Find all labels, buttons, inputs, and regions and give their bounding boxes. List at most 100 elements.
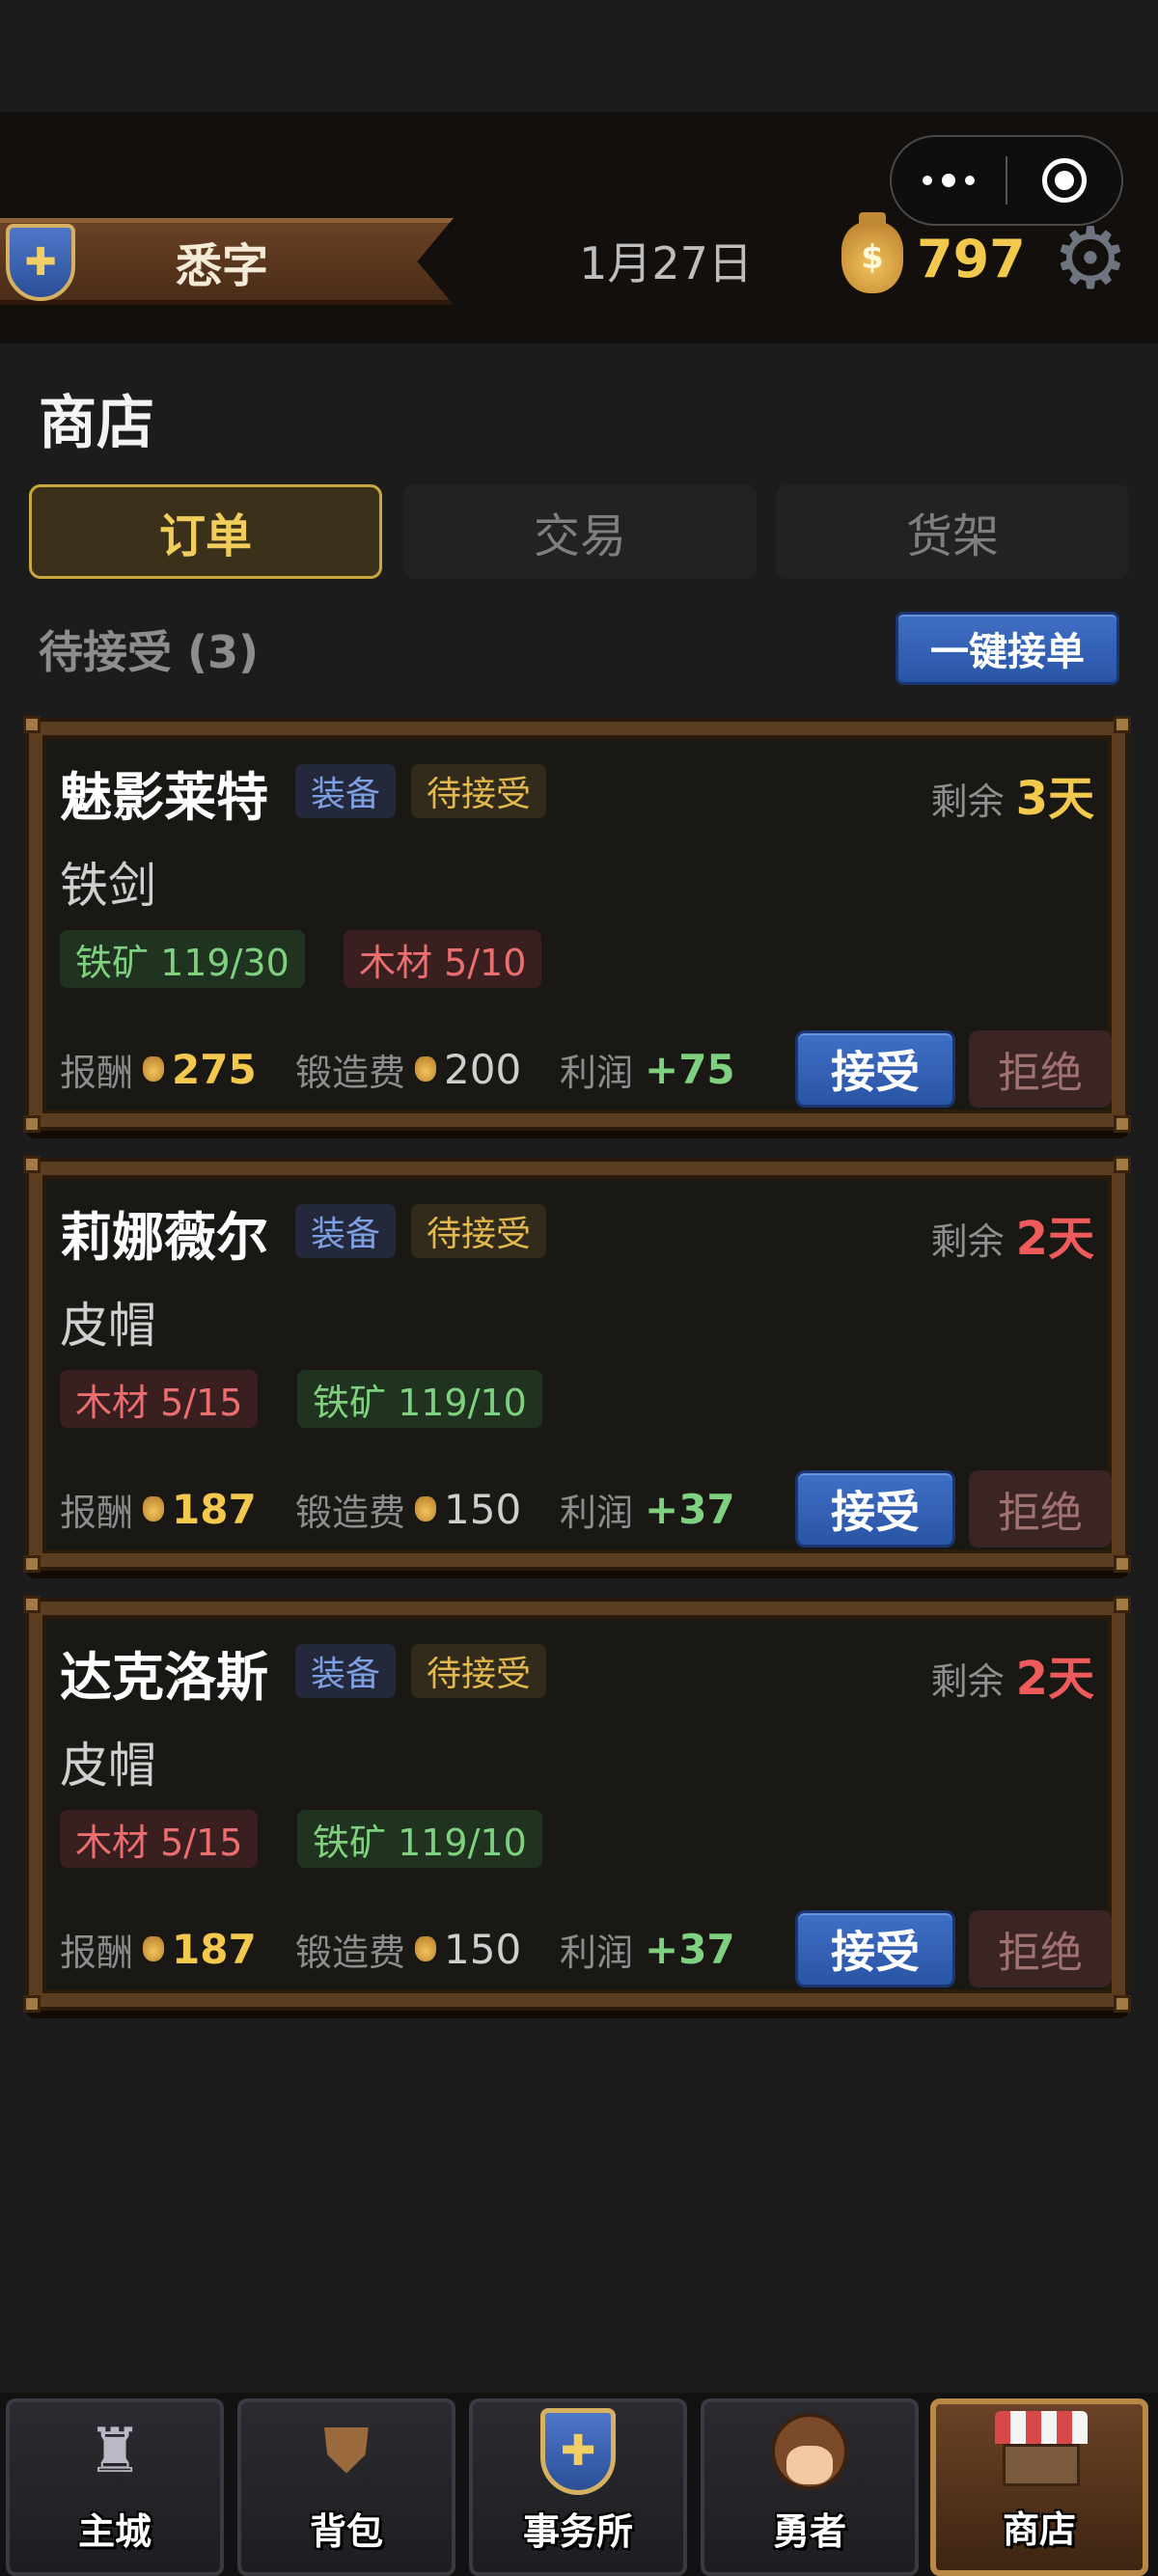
profit-label: 利润 — [560, 1051, 634, 1094]
coin-symbol: $ — [861, 238, 884, 277]
profit-info: 利润 +37 — [560, 1480, 735, 1538]
dot-icon — [965, 176, 975, 185]
status-tag: 待接受 — [411, 1204, 547, 1258]
nav-label: 勇者 — [772, 2510, 846, 2553]
accept-button[interactable]: 接受 — [795, 1030, 955, 1108]
remaining-time: 剩余 2天 — [931, 1200, 1094, 1268]
dot-icon — [942, 174, 955, 187]
frame-rivet — [1114, 1555, 1131, 1573]
material-badge: 木材 5/15 — [60, 1810, 259, 1868]
reject-button[interactable]: 拒绝 — [969, 1470, 1112, 1548]
page-title: 商店 — [39, 390, 154, 457]
shop-icon — [995, 2405, 1088, 2494]
reward-value: 187 — [172, 1925, 257, 1973]
fee-label: 锻造费 — [295, 1051, 406, 1094]
tab-trade[interactable]: 交易 — [403, 484, 757, 579]
frame-rivet — [23, 1555, 41, 1573]
profit-label: 利润 — [560, 1491, 634, 1534]
nav-shop[interactable]: 商店 — [930, 2398, 1148, 2576]
customer-name: 魅影莱特 — [60, 767, 268, 828]
money-bag-icon — [143, 1056, 165, 1082]
order-item: 铁剑 — [60, 858, 156, 914]
frame-rivet — [1114, 1596, 1131, 1613]
money-bag-icon — [143, 1496, 165, 1521]
fee-value: 150 — [444, 1485, 522, 1533]
material-badge: 铁矿 119/30 — [60, 930, 305, 988]
accept-all-button[interactable]: 一键接单 — [896, 612, 1119, 685]
reject-button[interactable]: 拒绝 — [969, 1030, 1112, 1108]
reject-button[interactable]: 拒绝 — [969, 1910, 1112, 1987]
frame-rivet — [1114, 1156, 1131, 1173]
frame-rivet — [23, 1995, 41, 2013]
frame-rivet — [1114, 716, 1131, 733]
order-item: 皮帽 — [60, 1738, 156, 1794]
nav-label: 主城 — [77, 2510, 152, 2553]
guild-shield-icon: ✚ — [6, 224, 75, 301]
nav-office[interactable]: ✚ 事务所 — [469, 2398, 687, 2576]
material-badge: 木材 5/10 — [344, 930, 542, 988]
target-icon — [1041, 158, 1087, 203]
type-tag: 装备 — [295, 764, 397, 818]
accept-button[interactable]: 接受 — [795, 1910, 955, 1987]
material-badge: 铁矿 119/10 — [297, 1810, 542, 1868]
frame-rivet — [23, 1596, 41, 1613]
guild-name: 悉字 — [175, 239, 268, 293]
reward-label: 报酬 — [60, 1491, 134, 1534]
material-badge: 铁矿 119/10 — [297, 1370, 542, 1428]
order-card: 魅影莱特 装备 待接受 剩余 3天 铁剑 铁矿 119/30 木材 5/10 报酬… — [23, 716, 1131, 1133]
order-card: 达克洛斯 装备 待接受 剩余 2天 皮帽 木材 5/15 铁矿 119/10 报酬… — [23, 1596, 1131, 2013]
profit-value: +37 — [645, 1925, 735, 1973]
hero-icon — [765, 2407, 854, 2496]
pending-count-label: 待接受 (3) — [39, 626, 260, 678]
fee-value: 200 — [444, 1045, 522, 1093]
fee-value: 150 — [444, 1925, 522, 1973]
customer-name: 达克洛斯 — [60, 1647, 268, 1708]
fee-info: 锻造费 200 — [295, 1040, 521, 1098]
money-bag-icon — [415, 1496, 437, 1521]
nav-label: 商店 — [1002, 2508, 1076, 2551]
remaining-value: 2天 — [1015, 1212, 1094, 1266]
remaining-label: 剩余 — [930, 781, 1005, 823]
more-menu-button[interactable] — [892, 137, 1006, 224]
type-tag: 装备 — [295, 1204, 397, 1258]
castle-icon: ♜ — [87, 2416, 143, 2487]
reward-label: 报酬 — [60, 1931, 134, 1974]
profit-label: 利润 — [560, 1931, 634, 1974]
status-bar — [0, 0, 1158, 112]
backpack-icon: ⛊ — [323, 2416, 370, 2487]
profit-value: +37 — [645, 1485, 735, 1533]
frame-rivet — [23, 716, 41, 733]
reward-info: 报酬 275 — [60, 1040, 257, 1098]
nav-label: 背包 — [309, 2510, 383, 2553]
gold-amount: 797 — [917, 228, 1026, 289]
accept-button[interactable]: 接受 — [795, 1470, 955, 1548]
customer-name: 莉娜薇尔 — [60, 1207, 268, 1268]
remaining-label: 剩余 — [930, 1660, 1005, 1703]
nav-label: 事务所 — [522, 2510, 633, 2553]
frame-rivet — [1114, 1995, 1131, 2013]
frame-rivet — [23, 1156, 41, 1173]
frame-rivet — [1114, 1115, 1131, 1133]
fee-label: 锻造费 — [295, 1491, 406, 1534]
fee-label: 锻造费 — [295, 1931, 406, 1974]
status-tag: 待接受 — [411, 1644, 547, 1698]
nav-main-city[interactable]: ♜ 主城 — [6, 2398, 224, 2576]
frame-rivet — [23, 1115, 41, 1133]
money-bag-icon — [143, 1936, 165, 1961]
profit-info: 利润 +75 — [560, 1040, 735, 1098]
reward-info: 报酬 187 — [60, 1920, 257, 1978]
nav-backpack[interactable]: ⛊ 背包 — [237, 2398, 455, 2576]
order-item: 皮帽 — [60, 1298, 156, 1354]
status-tag: 待接受 — [411, 764, 547, 818]
nav-hero[interactable]: 勇者 — [701, 2398, 919, 2576]
shield-emblem: ✚ — [24, 240, 57, 285]
order-card: 莉娜薇尔 装备 待接受 剩余 2天 皮帽 木材 5/15 铁矿 119/10 报酬… — [23, 1156, 1131, 1573]
remaining-label: 剩余 — [930, 1220, 1005, 1263]
profit-value: +75 — [645, 1045, 735, 1093]
tab-shelf[interactable]: 货架 — [776, 484, 1129, 579]
dot-icon — [923, 176, 932, 185]
game-date: 1月27日 — [579, 237, 753, 289]
material-badge: 木材 5/15 — [60, 1370, 259, 1428]
settings-gear-icon[interactable]: ⚙ — [1048, 216, 1133, 301]
tab-orders[interactable]: 订单 — [29, 484, 382, 579]
